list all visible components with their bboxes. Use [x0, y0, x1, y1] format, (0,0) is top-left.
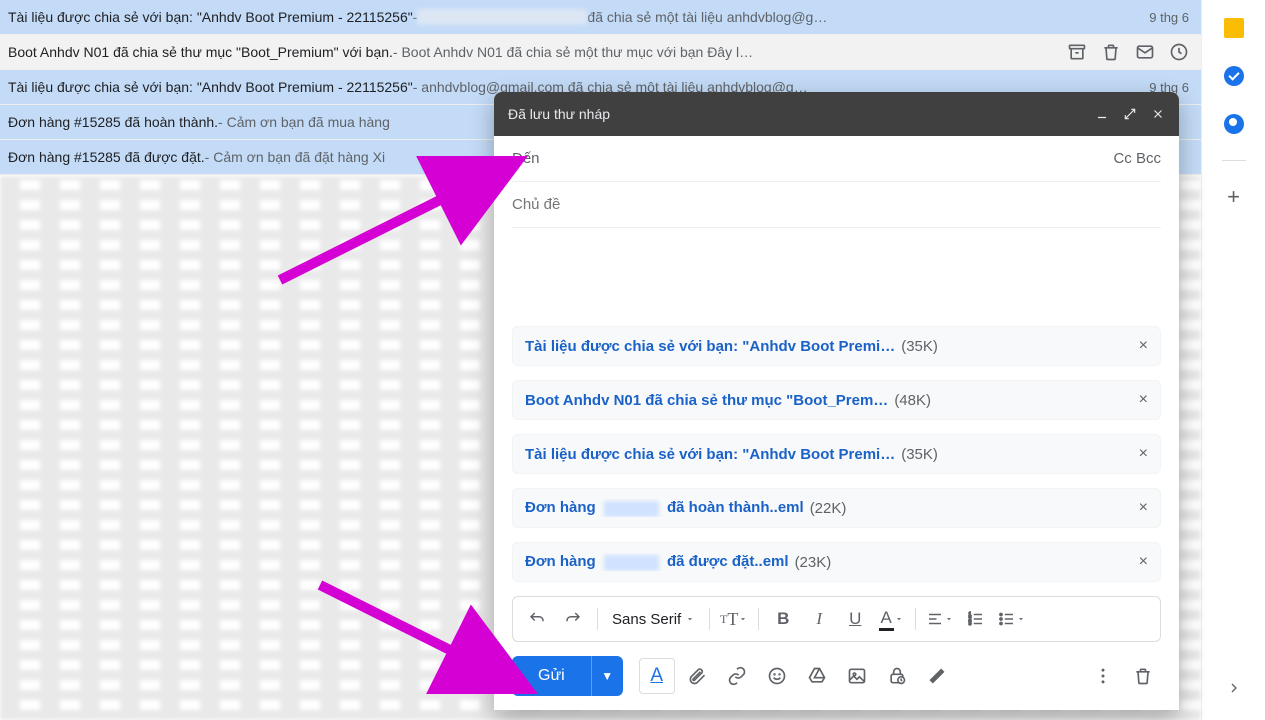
- attachment-name: Boot Anhdv N01 đã chia sẻ thư mục "Boot_…: [525, 392, 888, 409]
- numbered-list-icon[interactable]: 123: [960, 603, 992, 635]
- email-subject: Tài liệu được chia sẻ với bạn: "Anhdv Bo…: [8, 79, 413, 95]
- divider: [1222, 160, 1246, 161]
- annotation-arrow: [270, 155, 530, 295]
- email-preview: đã chia sẻ một tài liệu anhdvblog@g…: [587, 9, 827, 25]
- attachment-item[interactable]: Boot Anhdv N01 đã chia sẻ thư mục "Boot_…: [512, 380, 1161, 420]
- font-family-select[interactable]: Sans Serif: [606, 611, 701, 628]
- attachment-name: Đơn hàng đã được đặt..eml: [525, 553, 789, 570]
- remove-attachment-icon[interactable]: ×: [1139, 553, 1148, 571]
- attachment-size: (35K): [901, 338, 938, 355]
- remove-attachment-icon[interactable]: ×: [1139, 445, 1148, 463]
- keep-icon[interactable]: [1222, 16, 1246, 40]
- to-input[interactable]: [550, 150, 1114, 167]
- email-row[interactable]: Boot Anhdv N01 đã chia sẻ thư mục "Boot_…: [0, 35, 1201, 70]
- attachment-name: Đơn hàng đã hoàn thành..eml: [525, 499, 804, 516]
- side-panel: +: [1201, 0, 1265, 720]
- email-preview: - Cảm ơn bạn đã mua hàng: [218, 114, 390, 130]
- formatting-toggle-icon[interactable]: A: [639, 658, 675, 694]
- compose-title: Đã lưu thư nháp: [508, 106, 610, 122]
- attachment-name: Tài liệu được chia sẻ với bạn: "Anhdv Bo…: [525, 446, 895, 463]
- attachment-item[interactable]: Đơn hàng đã được đặt..eml (23K) ×: [512, 542, 1161, 582]
- attachment-size: (48K): [894, 392, 931, 409]
- chevron-right-icon[interactable]: [1222, 676, 1246, 700]
- tasks-icon[interactable]: [1222, 64, 1246, 88]
- discard-icon[interactable]: [1125, 658, 1161, 694]
- annotation-arrow: [310, 575, 540, 705]
- link-icon[interactable]: [719, 658, 755, 694]
- attachment-size: (35K): [901, 446, 938, 463]
- attachment-item[interactable]: Đơn hàng đã hoàn thành..eml (22K) ×: [512, 488, 1161, 528]
- remove-attachment-icon[interactable]: ×: [1139, 337, 1148, 355]
- attachment-item[interactable]: Tài liệu được chia sẻ với bạn: "Anhdv Bo…: [512, 434, 1161, 474]
- email-row[interactable]: Tài liệu được chia sẻ với bạn: "Anhdv Bo…: [0, 0, 1201, 35]
- remove-attachment-icon[interactable]: ×: [1139, 391, 1148, 409]
- to-field-row: Đến Cc Bcc: [512, 136, 1161, 182]
- format-toolbar: Sans Serif TT B I U A 123: [512, 596, 1161, 642]
- email-subject: Đơn hàng #15285 đã được đặt.: [8, 149, 205, 165]
- attachment-size: (22K): [810, 500, 847, 517]
- svg-text:3: 3: [969, 621, 972, 627]
- mark-read-icon[interactable]: [1135, 42, 1155, 62]
- bcc-button[interactable]: Bcc: [1136, 150, 1161, 167]
- attachments-list: Tài liệu được chia sẻ với bạn: "Anhdv Bo…: [512, 326, 1161, 590]
- compose-bottom-bar: Gửi ▼ A: [494, 656, 1179, 710]
- bold-icon[interactable]: B: [767, 603, 799, 635]
- compose-header: Đã lưu thư nháp: [494, 92, 1179, 136]
- contacts-icon[interactable]: [1222, 112, 1246, 136]
- compose-editor[interactable]: [512, 228, 1161, 326]
- add-addon-icon[interactable]: +: [1222, 185, 1246, 209]
- attach-icon[interactable]: [679, 658, 715, 694]
- attachment-name: Tài liệu được chia sẻ với bạn: "Anhdv Bo…: [525, 338, 895, 355]
- email-preview: - Boot Anhdv N01 đã chia sẻ một thư mục …: [393, 44, 753, 60]
- align-icon[interactable]: [924, 603, 956, 635]
- attachment-size: (23K): [795, 554, 832, 571]
- archive-icon[interactable]: [1067, 42, 1087, 62]
- pen-icon[interactable]: [919, 658, 955, 694]
- attachment-item[interactable]: Tài liệu được chia sẻ với bạn: "Anhdv Bo…: [512, 326, 1161, 366]
- more-options-icon[interactable]: [1085, 658, 1121, 694]
- font-size-icon[interactable]: TT: [718, 603, 750, 635]
- minimize-icon[interactable]: [1095, 107, 1109, 121]
- subject-field-row: [512, 182, 1161, 228]
- snooze-icon[interactable]: [1169, 42, 1189, 62]
- email-date: 9 thg 6: [1141, 10, 1189, 25]
- email-subject: Boot Anhdv N01 đã chia sẻ thư mục "Boot_…: [8, 44, 393, 60]
- bullet-list-icon[interactable]: [996, 603, 1028, 635]
- underline-icon[interactable]: U: [839, 603, 871, 635]
- italic-icon[interactable]: I: [803, 603, 835, 635]
- confidential-icon[interactable]: [879, 658, 915, 694]
- send-options-button[interactable]: ▼: [591, 656, 623, 696]
- text-color-icon[interactable]: A: [875, 603, 907, 635]
- delete-icon[interactable]: [1101, 42, 1121, 62]
- fullscreen-icon[interactable]: [1123, 107, 1137, 121]
- emoji-icon[interactable]: [759, 658, 795, 694]
- cc-button[interactable]: Cc: [1113, 150, 1131, 167]
- email-subject: Tài liệu được chia sẻ với bạn: "Anhdv Bo…: [8, 9, 413, 25]
- email-subject: Đơn hàng #15285 đã hoàn thành.: [8, 114, 218, 130]
- compose-window: Đã lưu thư nháp Đến Cc Bcc Tài liệu được…: [494, 92, 1179, 710]
- drive-icon[interactable]: [799, 658, 835, 694]
- remove-attachment-icon[interactable]: ×: [1139, 499, 1148, 517]
- image-icon[interactable]: [839, 658, 875, 694]
- subject-input[interactable]: [512, 196, 1161, 213]
- close-icon[interactable]: [1151, 107, 1165, 121]
- redo-icon[interactable]: [557, 603, 589, 635]
